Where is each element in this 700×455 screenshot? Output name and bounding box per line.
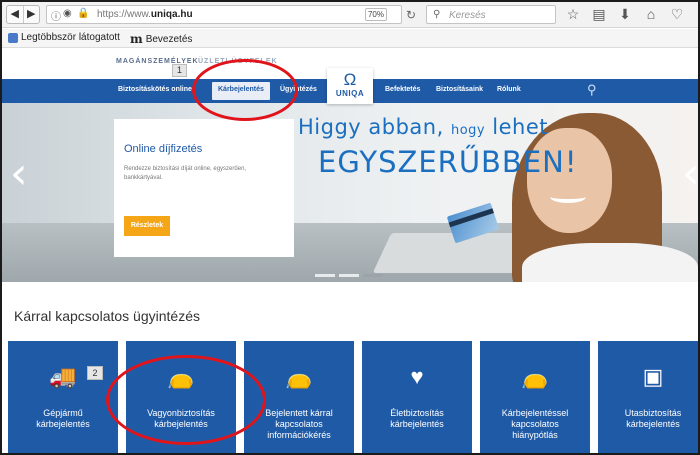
promo-card: Online díjfizetés Rendezze biztosítási d… bbox=[114, 119, 294, 257]
tile-claim-info[interactable]: 👝 Bejelentett kárral kapcsolatos informá… bbox=[244, 341, 354, 453]
money-bag-plus-icon: 👝 bbox=[521, 364, 549, 389]
bookmark-most-visited[interactable]: Legtöbbször látogatott bbox=[8, 32, 120, 43]
section-title: Kárral kapcsolatos ügyintézés bbox=[14, 308, 200, 324]
uniqa-logo[interactable]: Ω UNIQA bbox=[327, 68, 373, 104]
prev-slide-icon[interactable]: ‹ bbox=[10, 152, 28, 196]
tracking-icon[interactable]: ◉ bbox=[63, 8, 72, 19]
lock-icon[interactable]: 🔒 bbox=[77, 8, 89, 19]
tile-label: Bejelentett kárral kapcsolatos informáci… bbox=[265, 408, 333, 440]
bookmark-label: Legtöbbször látogatott bbox=[21, 32, 120, 43]
folder-icon bbox=[8, 32, 18, 43]
next-slide-icon[interactable]: ‹ bbox=[682, 152, 698, 196]
tile-travel-claim[interactable]: ▣ Utasbiztosítás kárbejelentés bbox=[598, 341, 698, 453]
bookmark-bevezetes[interactable]: m Bevezetés bbox=[130, 32, 192, 46]
tile-property-claim[interactable]: 👝 Vagyonbiztosítás kárbejelentés bbox=[126, 341, 236, 453]
bookmark-star-icon[interactable]: ☆ bbox=[562, 5, 584, 24]
bookmarks-bar: Legtöbbször látogatott m Bevezetés bbox=[2, 29, 698, 48]
nav-claims[interactable]: Kárbejelentés bbox=[212, 82, 270, 100]
reload-icon[interactable]: ↻ bbox=[406, 8, 416, 22]
tile-label: Életbiztosítás kárbejelentés bbox=[390, 408, 444, 429]
tile-label: Gépjármű kárbejelentés bbox=[36, 408, 90, 429]
search-placeholder: Keresés bbox=[449, 10, 486, 21]
slide-indicators bbox=[315, 274, 383, 277]
zoom-indicator[interactable]: 70% bbox=[365, 8, 387, 21]
slide-dot[interactable] bbox=[315, 274, 335, 277]
claim-tiles: 🚚 Gépjármű kárbejelentés 👝 Vagyonbiztosí… bbox=[2, 341, 698, 453]
hero-banner: Higgy abban, hogy lehet EGYSZERŰBBEN! On… bbox=[2, 103, 698, 282]
promo-title: Online díjfizetés bbox=[124, 143, 203, 155]
home-icon[interactable]: ⌂ bbox=[640, 5, 662, 24]
slide-dot[interactable] bbox=[339, 274, 359, 277]
tile-vehicle-claim[interactable]: 🚚 Gépjármű kárbejelentés bbox=[8, 341, 118, 453]
download-icon[interactable]: ⬇ bbox=[614, 5, 636, 24]
step-badge-2: 2 bbox=[87, 366, 103, 380]
segment-business[interactable]: ÜZLETI ÜGYFELEK bbox=[198, 58, 278, 65]
bookmark-label: Bevezetés bbox=[145, 33, 193, 45]
hero-person-face bbox=[527, 128, 612, 233]
money-bag-icon: 👝 bbox=[167, 364, 195, 389]
tile-life-claim[interactable]: ♥ Életbiztosítás kárbejelentés bbox=[362, 341, 472, 453]
pocket-icon[interactable]: ♡ bbox=[666, 5, 688, 24]
tile-label: Vagyonbiztosítás kárbejelentés bbox=[147, 408, 215, 429]
heart-shield-icon: ♥ bbox=[410, 364, 424, 389]
forward-icon[interactable]: ▶ bbox=[22, 6, 40, 23]
tile-label: Utasbiztosítás kárbejelentés bbox=[624, 408, 682, 429]
suitcase-icon: ▣ bbox=[642, 364, 664, 389]
bookmark-logo: m bbox=[130, 32, 143, 46]
hero-person-smile bbox=[550, 191, 586, 203]
step-badge-1: 1 bbox=[172, 64, 187, 77]
reading-list-icon[interactable]: ▤ bbox=[588, 5, 610, 24]
hero-person-body bbox=[522, 243, 698, 282]
search-box[interactable]: ⚲ Keresés bbox=[426, 5, 556, 24]
promo-description: Rendezze biztosítási díját online, egysz… bbox=[124, 166, 247, 181]
hero-headline-1: Higgy abban, hogy lehet bbox=[298, 115, 549, 139]
tile-label: Kárbejelentéssel kapcsolatos hiánypótlás bbox=[501, 408, 569, 440]
search-icon[interactable]: ⚲ bbox=[587, 82, 597, 98]
browser-window: ◀ ▶ ⓘ ◉ 🔒 https://www.uniqa.hu 70% ↻ ⚲ K… bbox=[0, 0, 700, 455]
money-bag-info-icon: 👝 bbox=[285, 364, 313, 389]
logo-symbol: Ω bbox=[343, 70, 357, 89]
info-icon[interactable]: ⓘ bbox=[51, 8, 61, 23]
logo-text: UNIQA bbox=[335, 89, 365, 98]
url-text[interactable]: https://www.uniqa.hu bbox=[97, 9, 193, 20]
back-icon[interactable]: ◀ bbox=[7, 6, 23, 23]
nav-online-insurance[interactable]: Biztosításkötés online bbox=[118, 86, 192, 93]
slide-dot-active[interactable] bbox=[363, 274, 383, 277]
nav-products[interactable]: Biztosításaink bbox=[436, 86, 483, 93]
tile-claim-supplement[interactable]: 👝 Kárbejelentéssel kapcsolatos hiánypótl… bbox=[480, 341, 590, 453]
browser-toolbar: ◀ ▶ ⓘ ◉ 🔒 https://www.uniqa.hu 70% ↻ ⚲ K… bbox=[2, 2, 698, 28]
nav-administration[interactable]: Ügyintézés bbox=[280, 86, 317, 93]
hero-headline-2: EGYSZERŰBBEN! bbox=[318, 145, 578, 179]
details-button[interactable]: Részletek bbox=[124, 216, 170, 236]
nav-investment[interactable]: Befektetés bbox=[385, 86, 420, 93]
nav-buttons: ◀ ▶ bbox=[6, 5, 40, 24]
address-bar[interactable]: ⓘ ◉ 🔒 https://www.uniqa.hu 70% bbox=[46, 5, 402, 24]
nav-about[interactable]: Rólunk bbox=[497, 86, 521, 93]
toolbar-icons: ☆ ▤ ⬇ ⌂ ♡ bbox=[562, 5, 688, 24]
search-icon: ⚲ bbox=[433, 9, 441, 20]
